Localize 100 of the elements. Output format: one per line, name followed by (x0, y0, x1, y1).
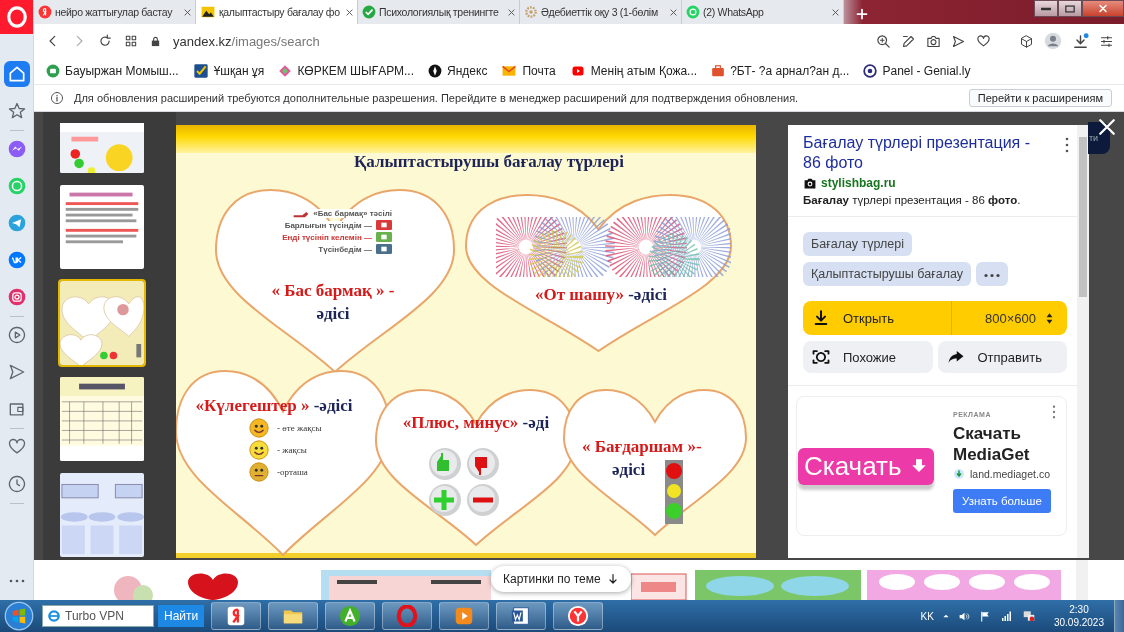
method-name: « Бас бармақ » - (271, 281, 395, 300)
learn-more-button[interactable]: Узнать больше (953, 489, 1051, 513)
download-icon (813, 309, 829, 327)
language-indicator[interactable]: KK (920, 610, 934, 622)
close-button[interactable] (1082, 0, 1124, 17)
method-suffix: -әдісі (628, 285, 667, 304)
taskbar-app-button[interactable] (382, 602, 433, 630)
whatsapp-icon (6, 176, 27, 196)
download-banner[interactable]: Скачать (798, 447, 934, 485)
close-icon[interactable] (831, 7, 840, 17)
new-tab-icon[interactable] (856, 8, 868, 20)
bookmark-link[interactable]: Почта (501, 64, 556, 78)
minus-icon (466, 483, 500, 517)
search-field[interactable]: Turbo VPN (42, 605, 154, 627)
scrollbar[interactable] (1077, 125, 1089, 558)
grid-icon[interactable] (124, 34, 138, 48)
more-vertical-icon[interactable] (1052, 405, 1056, 419)
size-selector[interactable]: 800×600 (952, 301, 1067, 335)
reload-icon[interactable] (98, 34, 112, 48)
settings-icon[interactable] (1099, 33, 1114, 49)
smiley-label: - жақсы (277, 444, 307, 455)
bookmark-link[interactable]: Ұшқан ұя (192, 63, 265, 79)
extensions-button[interactable]: Перейти к расширениям (968, 89, 1112, 107)
search-button[interactable]: Найти (158, 605, 205, 627)
image-title-link[interactable]: Бағалау түрлері презентация - 86 фото (803, 133, 1043, 173)
browser-tab[interactable]: нейро жаттығулар бастау (34, 0, 196, 24)
bookmark-link[interactable]: ?БТ- ?а арнал?ан д... (711, 64, 850, 78)
camera-icon[interactable] (926, 33, 941, 49)
more-icon (984, 273, 1000, 278)
close-icon[interactable] (183, 7, 192, 17)
diamond-icon (278, 64, 293, 78)
taskbar-app-button[interactable] (496, 602, 547, 630)
minimize-button[interactable] (1034, 0, 1058, 17)
tag-chip[interactable]: Қалыптастырушы бағалау (803, 262, 971, 286)
flag-icon[interactable] (978, 609, 992, 623)
browser-tab[interactable]: Психологиялық тренингте (358, 0, 520, 24)
bookmark-link[interactable]: Бауыржан Момыш... (46, 64, 179, 78)
bookmark-link[interactable]: Panel - Genial.ly (863, 64, 971, 78)
more-icon[interactable] (8, 578, 25, 584)
cube-icon[interactable] (1019, 33, 1034, 49)
compass-icon (428, 64, 443, 78)
close-icon (1098, 118, 1116, 136)
search-icon[interactable] (876, 33, 891, 49)
maximize-button[interactable] (1058, 0, 1082, 17)
traffic-light-icon (662, 460, 686, 524)
whatsapp-icon (686, 5, 700, 19)
method-suffix: -әдісі (313, 396, 353, 415)
share-button[interactable]: Отправить (937, 341, 1067, 373)
close-icon[interactable] (669, 7, 678, 17)
yandex-icon (38, 5, 52, 19)
start-icon[interactable] (4, 601, 34, 631)
heart-icon[interactable] (976, 33, 991, 49)
bookmark-link[interactable]: КӨРКЕМ ШЫҒАРМ... (278, 64, 415, 78)
send-icon[interactable] (951, 33, 966, 49)
home-button[interactable] (3, 61, 30, 87)
taskbar-app-button[interactable] (553, 602, 604, 630)
letter-a-icon (339, 605, 362, 627)
taskbar-app-button[interactable] (211, 602, 262, 630)
bookmark-link[interactable]: Менің атым Қожа... (569, 64, 698, 78)
clock[interactable]: 2:30 30.09.2023 (1053, 603, 1104, 629)
taskbar-app-button[interactable] (268, 602, 319, 630)
edit-icon[interactable] (901, 33, 916, 49)
avatar-icon[interactable] (1044, 32, 1062, 50)
method-name: «От шашу» (535, 285, 624, 304)
method-suffix: әдісі (611, 460, 647, 480)
chevron-up-icon[interactable] (941, 612, 950, 620)
more-vertical-icon[interactable] (1065, 137, 1069, 153)
smiley-label: -орташа (277, 466, 308, 477)
similar-button[interactable]: Похожие (803, 341, 933, 373)
close-icon[interactable] (345, 7, 354, 17)
more-tags-button[interactable] (976, 262, 1008, 286)
clock-icon (6, 474, 27, 494)
open-button[interactable]: Открыть (803, 301, 952, 335)
signal-icon[interactable] (999, 610, 1014, 622)
method-name: «Плюс, минус» (402, 413, 519, 432)
browser-tab[interactable]: (2) WhatsApp (682, 0, 844, 24)
browser-tab[interactable]: Әдебиеттік оқу 3 (1-бөлім (520, 0, 682, 24)
camera-icon (803, 176, 817, 190)
instagram-icon (6, 287, 27, 307)
lock-icon (150, 34, 161, 48)
method-suffix: -әді (522, 413, 550, 432)
play-icon (6, 325, 27, 345)
scrollbar[interactable] (1076, 560, 1088, 600)
taskbar-app-button[interactable] (439, 602, 490, 630)
taskbar-app-button[interactable] (325, 602, 376, 630)
image-icon (200, 5, 216, 19)
briefcase-icon (711, 64, 726, 78)
smiley-label: - өте жақсы (277, 422, 322, 433)
scale-label: Барлығын түсіндім — (284, 220, 372, 230)
close-icon[interactable] (507, 7, 516, 17)
ad-domain: land.mediaget.co (970, 468, 1050, 480)
related-images-button[interactable]: Картинки по теме (491, 566, 631, 592)
bookmark-link[interactable]: Яндекс (428, 64, 488, 78)
source-link[interactable]: stylishbag.ru (821, 176, 896, 190)
address-field[interactable]: yandex.kz/images/search (150, 33, 864, 49)
minimize-icon (1041, 6, 1051, 11)
browser-tab[interactable]: қалыптастыру бағалау фо (196, 0, 358, 24)
maximize-icon (1065, 4, 1075, 13)
tag-chip[interactable]: Бағалау түрлері (803, 232, 912, 256)
download-icon[interactable] (1072, 32, 1089, 50)
